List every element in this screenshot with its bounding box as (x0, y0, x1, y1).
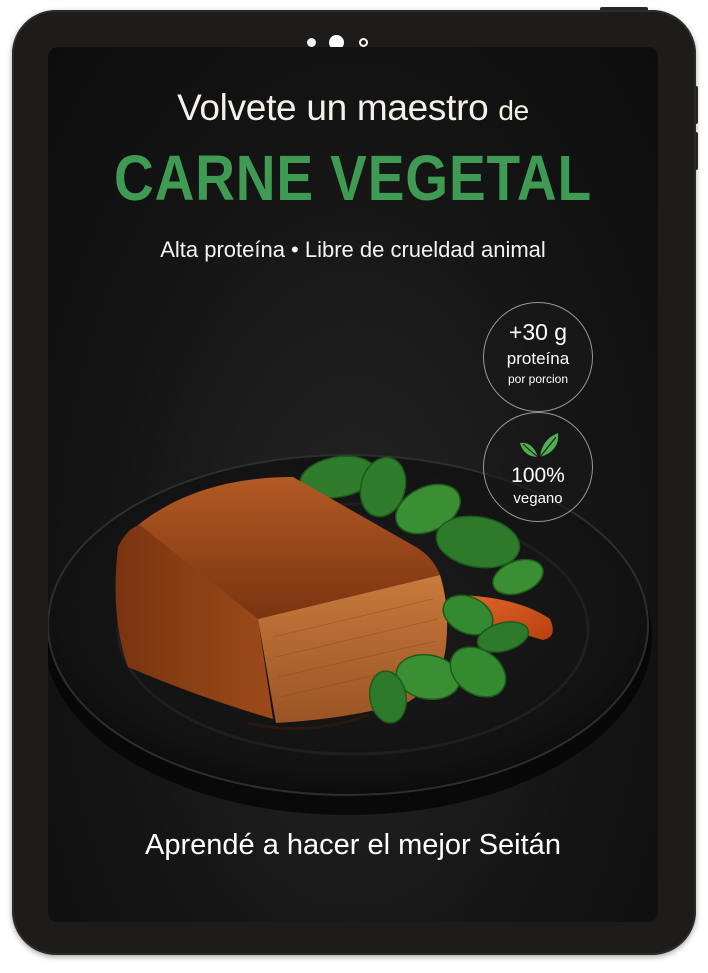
vegan-label: vegano (513, 490, 563, 507)
headline: Volvete un maestro de (48, 87, 658, 129)
leaves-icon (520, 433, 559, 458)
ebook-cover: Volvete un maestro de CARNE VEGETAL Alta… (48, 47, 658, 922)
headline-main: Volvete un maestro (177, 87, 489, 128)
sensor-dot (307, 38, 316, 47)
book-subtitle: Alta proteína • Libre de crueldad animal (160, 237, 546, 262)
vegan-percent: 100% (511, 464, 565, 487)
book-title: CARNE VEGETAL (113, 142, 593, 214)
vegan-badge: 100% vegano (483, 412, 593, 522)
protein-badge: +30 g proteína por porcion (483, 302, 593, 412)
protein-label: proteína (506, 349, 570, 368)
headline-tail: de (498, 95, 529, 126)
sensor-ring (359, 38, 368, 47)
protein-detail: por porcion (507, 372, 569, 386)
cta-text: Aprendé a hacer el mejor Seitán (145, 829, 561, 861)
protein-amount: +30 g (508, 319, 568, 345)
